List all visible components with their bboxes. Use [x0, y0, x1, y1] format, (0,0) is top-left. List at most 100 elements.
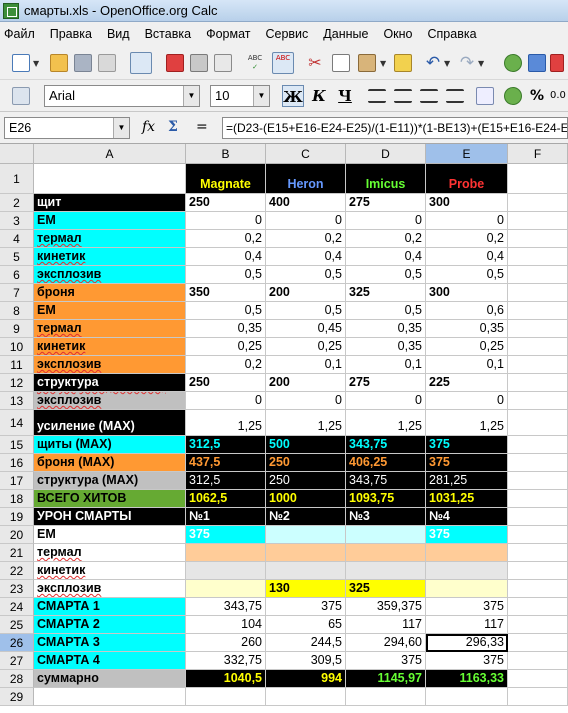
cell-d27[interactable]: 375 [346, 652, 426, 670]
cell-a23[interactable]: эксплозив [34, 580, 186, 598]
chart-icon[interactable] [550, 54, 564, 72]
cell-f10[interactable] [508, 338, 568, 356]
cell-c3[interactable]: 0 [266, 212, 346, 230]
cell-b7[interactable]: 350 [186, 284, 266, 302]
gallery-icon[interactable] [528, 54, 546, 72]
cell-c13[interactable]: 0 [266, 392, 346, 410]
cell-a15[interactable]: щиты (MAX) [34, 436, 186, 454]
cell-e29[interactable] [426, 688, 508, 706]
menu-edit[interactable]: Правка [50, 27, 92, 41]
row-header-17[interactable]: 17 [0, 472, 34, 490]
cell-e27[interactable]: 375 [426, 652, 508, 670]
cell-d17[interactable]: 343,75 [346, 472, 426, 490]
cell-e10[interactable]: 0,25 [426, 338, 508, 356]
cell-b6[interactable]: 0,5 [186, 266, 266, 284]
cell-c1[interactable]: Heron [266, 164, 346, 194]
column-header-a[interactable]: A [34, 144, 186, 164]
row-header-7[interactable]: 7 [0, 284, 34, 302]
cut-icon[interactable]: ✂ [306, 54, 324, 72]
cell-d11[interactable]: 0,1 [346, 356, 426, 374]
font-size-combo[interactable]: 10 ▼ [210, 85, 270, 107]
cell-a5[interactable]: кинетик [34, 248, 186, 266]
cell-c5[interactable]: 0,4 [266, 248, 346, 266]
cell-e9[interactable]: 0,35 [426, 320, 508, 338]
row-header-15[interactable]: 15 [0, 436, 34, 454]
cell-d18[interactable]: 1093,75 [346, 490, 426, 508]
cell-b15[interactable]: 312,5 [186, 436, 266, 454]
cell-a3[interactable]: ЕМ [34, 212, 186, 230]
cell-f22[interactable] [508, 562, 568, 580]
paste-icon[interactable] [358, 54, 376, 72]
chevron-down-icon[interactable]: ▼ [380, 59, 386, 68]
column-header-b[interactable]: B [186, 144, 266, 164]
navigator-icon[interactable] [504, 54, 522, 72]
cell-a17[interactable]: структура (MAX) [34, 472, 186, 490]
row-header-26[interactable]: 26 [0, 634, 34, 652]
row-header-9[interactable]: 9 [0, 320, 34, 338]
menu-tools[interactable]: Сервис [265, 27, 308, 41]
row-header-3[interactable]: 3 [0, 212, 34, 230]
cell-b2[interactable]: 250 [186, 194, 266, 212]
menu-view[interactable]: Вид [107, 27, 130, 41]
row-header-5[interactable]: 5 [0, 248, 34, 266]
cell-e4[interactable]: 0,2 [426, 230, 508, 248]
cell-a19[interactable]: УРОН СМАРТЫ [34, 508, 186, 526]
function-wizard-icon[interactable]: 𝑓x [142, 119, 155, 135]
cell-d29[interactable] [346, 688, 426, 706]
cell-e24[interactable]: 375 [426, 598, 508, 616]
cell-d20[interactable] [346, 526, 426, 544]
cell-b14[interactable]: 1,25 [186, 410, 266, 436]
open-folder-icon[interactable] [50, 54, 68, 72]
cell-e28[interactable]: 1163,33 [426, 670, 508, 688]
cell-e5[interactable]: 0,4 [426, 248, 508, 266]
menu-data[interactable]: Данные [323, 27, 368, 41]
cell-f14[interactable] [508, 410, 568, 436]
italic-button[interactable]: К [308, 85, 330, 107]
cell-b13[interactable]: 0 [186, 392, 266, 410]
cell-d23[interactable]: 325 [346, 580, 426, 598]
cell-f13[interactable] [508, 392, 568, 410]
menu-format[interactable]: Формат [206, 27, 250, 41]
row-header-6[interactable]: 6 [0, 266, 34, 284]
cell-e17[interactable]: 281,25 [426, 472, 508, 490]
cell-f20[interactable] [508, 526, 568, 544]
cell-f17[interactable] [508, 472, 568, 490]
cell-d28[interactable]: 1145,97 [346, 670, 426, 688]
cell-f28[interactable] [508, 670, 568, 688]
cell-a16[interactable]: броня (MAX) [34, 454, 186, 472]
cell-f23[interactable] [508, 580, 568, 598]
cell-c21[interactable] [266, 544, 346, 562]
cell-f18[interactable] [508, 490, 568, 508]
cell-e2[interactable]: 300 [426, 194, 508, 212]
cell-d26[interactable]: 294,60 [346, 634, 426, 652]
styles-icon[interactable] [12, 87, 30, 105]
menu-insert[interactable]: Вставка [145, 27, 191, 41]
cell-d1[interactable]: Imicus [346, 164, 426, 194]
chevron-down-icon[interactable]: ▼ [183, 86, 199, 106]
cell-a14[interactable]: усиление (MAX) [34, 410, 186, 436]
cell-a26[interactable]: СМАРТА 3 [34, 634, 186, 652]
cell-a25[interactable]: СМАРТА 2 [34, 616, 186, 634]
cell-b29[interactable] [186, 688, 266, 706]
cell-e12[interactable]: 225 [426, 374, 508, 392]
cell-b24[interactable]: 343,75 [186, 598, 266, 616]
cell-d10[interactable]: 0,35 [346, 338, 426, 356]
cell-c6[interactable]: 0,5 [266, 266, 346, 284]
cell-c16[interactable]: 250 [266, 454, 346, 472]
select-all-corner[interactable] [0, 144, 34, 164]
cell-e25[interactable]: 117 [426, 616, 508, 634]
cell-c24[interactable]: 375 [266, 598, 346, 616]
cell-f19[interactable] [508, 508, 568, 526]
underline-button[interactable]: Ч [334, 85, 356, 107]
cell-a24[interactable]: СМАРТА 1 [34, 598, 186, 616]
row-header-13[interactable]: 13 [0, 392, 34, 410]
cell-f4[interactable] [508, 230, 568, 248]
row-header-21[interactable]: 21 [0, 544, 34, 562]
row-header-29[interactable]: 29 [0, 688, 34, 706]
cell-b8[interactable]: 0,5 [186, 302, 266, 320]
cell-e18[interactable]: 1031,25 [426, 490, 508, 508]
cell-a6[interactable]: эксплозив [34, 266, 186, 284]
cell-c11[interactable]: 0,1 [266, 356, 346, 374]
cell-d19[interactable]: №3 [346, 508, 426, 526]
cell-c7[interactable]: 200 [266, 284, 346, 302]
